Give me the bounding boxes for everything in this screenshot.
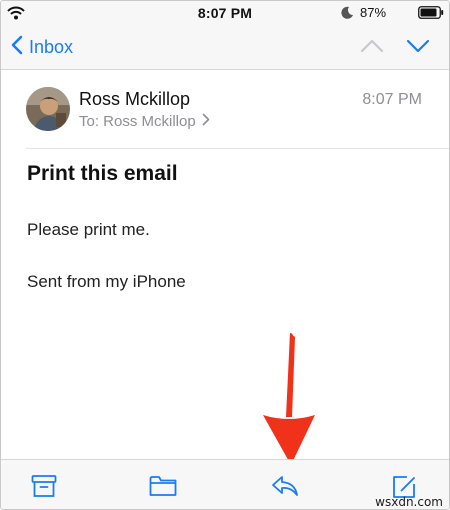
back-label: Inbox xyxy=(29,36,74,57)
red-arrow-icon xyxy=(259,331,319,472)
email-body-line: Please print me. xyxy=(27,220,150,239)
battery-icon xyxy=(418,6,444,24)
watermark: wsxdn.com xyxy=(375,495,443,509)
email-time: 8:07 PM xyxy=(362,91,422,108)
status-bar: 8:07 PM 87% xyxy=(1,1,449,25)
back-to-inbox-button[interactable]: Inbox xyxy=(11,35,73,59)
chevron-right-icon xyxy=(202,113,210,130)
navigation-bar: Inbox xyxy=(1,25,449,70)
header-divider xyxy=(26,148,449,149)
moon-icon xyxy=(341,6,354,24)
bottom-toolbar: wsxdn.com xyxy=(1,459,449,509)
sender-name: Ross Mckillop xyxy=(79,89,191,109)
chevron-down-icon[interactable] xyxy=(406,38,430,59)
battery-percent: 87% xyxy=(360,5,387,20)
avatar[interactable] xyxy=(26,87,70,131)
email-subject: Print this email xyxy=(27,162,178,185)
recipient-text: To: Ross Mckillop xyxy=(79,113,196,130)
email-header: Ross Mckillop To: Ross Mckillop 8:07 PM xyxy=(1,69,449,149)
email-screen: 8:07 PM 87% Inbox Ross Mckillop To: Ross… xyxy=(0,0,450,510)
reply-icon[interactable] xyxy=(271,474,299,503)
recipient-line[interactable]: To: Ross Mckillop xyxy=(79,113,210,130)
folder-icon[interactable] xyxy=(149,474,177,503)
chevron-left-icon xyxy=(11,35,23,60)
email-signature: Sent from my iPhone xyxy=(27,272,186,291)
archive-icon[interactable] xyxy=(31,474,57,503)
chevron-up-icon[interactable] xyxy=(360,38,384,59)
